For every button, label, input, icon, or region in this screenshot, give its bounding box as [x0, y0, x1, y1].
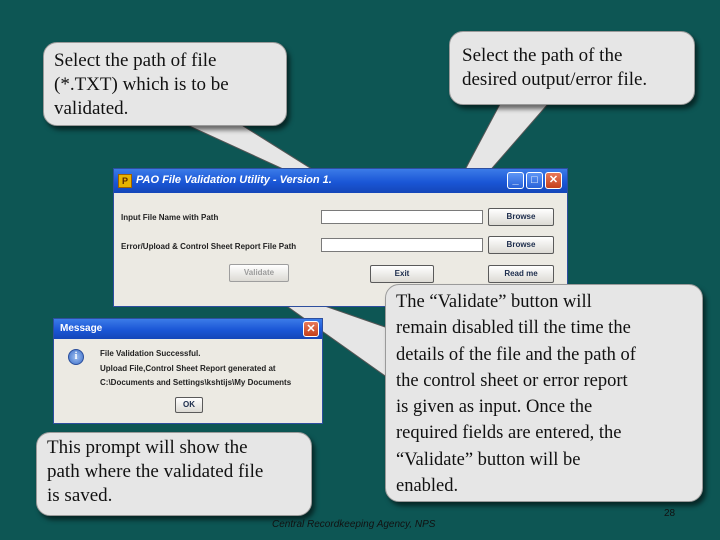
- dialog-titlebar: Message ✕: [54, 319, 322, 339]
- callout-output-path: Select the path of the desired output/er…: [449, 31, 695, 105]
- dialog-close-button[interactable]: ✕: [303, 321, 319, 337]
- input-file-field[interactable]: [321, 210, 483, 224]
- dialog-message-line3: C:\Documents and Settings\kshtijs\My Doc…: [100, 378, 292, 387]
- browse-output-button[interactable]: Browse: [488, 236, 554, 254]
- page-number: 28: [664, 508, 676, 519]
- callout-validate-note: The “Validate” button will remain disabl…: [385, 284, 703, 502]
- browse-input-button[interactable]: Browse: [488, 208, 554, 226]
- output-path-field[interactable]: [321, 238, 483, 252]
- app-logo-icon: P: [118, 174, 132, 188]
- callout-input-path: Select the path of file (*.TXT) which is…: [43, 42, 287, 126]
- minimize-button[interactable]: _: [507, 172, 524, 189]
- dialog-message-line1: File Validation Successful.: [100, 349, 201, 358]
- validate-button[interactable]: Validate: [229, 264, 289, 282]
- message-dialog: Message ✕ i File Validation Successful. …: [53, 318, 323, 424]
- readme-button[interactable]: Read me: [488, 265, 554, 283]
- exit-button[interactable]: Exit: [370, 265, 434, 283]
- slide-footer: Central Recordkeeping Agency, NPS: [272, 519, 436, 530]
- dialog-message-line2: Upload File,Control Sheet Report generat…: [100, 364, 276, 373]
- close-button[interactable]: ✕: [545, 172, 562, 189]
- dialog-title: Message: [60, 323, 103, 334]
- window-title: PAO File Validation Utility - Version 1.: [136, 174, 332, 186]
- window-titlebar: P PAO File Validation Utility - Version …: [114, 169, 567, 193]
- information-icon: i: [68, 349, 84, 365]
- callout-prompt-note: This prompt will show the path where the…: [36, 432, 312, 516]
- output-path-label: Error/Upload & Control Sheet Report File…: [121, 242, 297, 251]
- input-file-label: Input File Name with Path: [121, 213, 219, 222]
- maximize-button[interactable]: □: [526, 172, 543, 189]
- ok-button[interactable]: OK: [175, 397, 203, 413]
